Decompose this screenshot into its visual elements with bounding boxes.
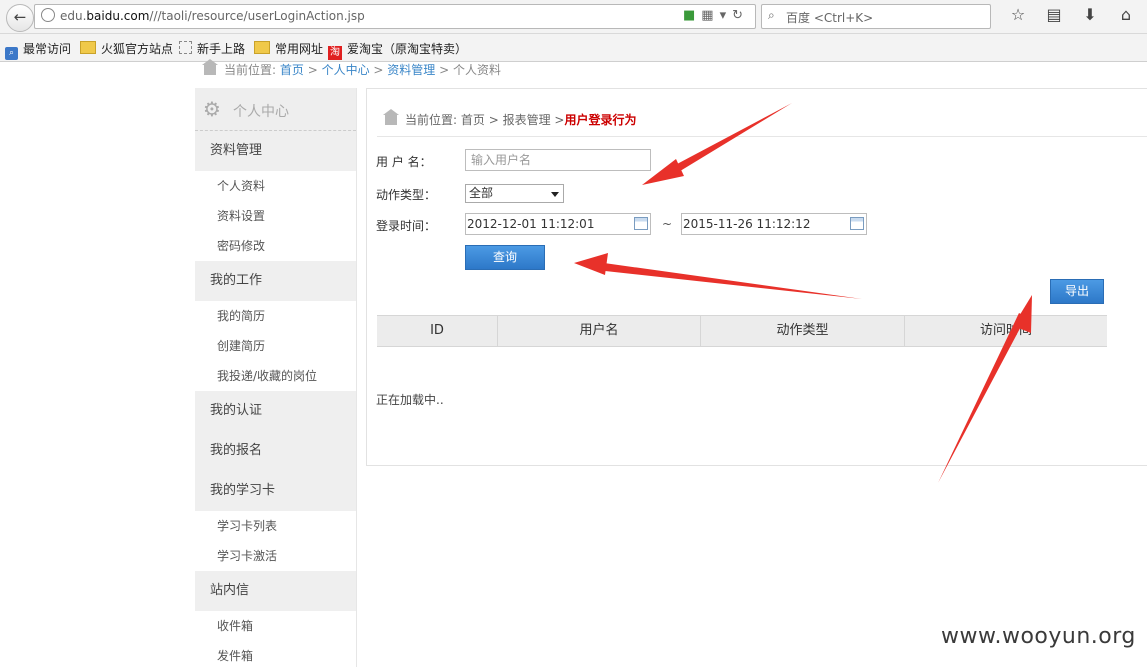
dropdown-icon[interactable]: ▾ xyxy=(720,8,733,23)
sidebar-item-personal-info[interactable]: 个人资料 xyxy=(195,171,356,201)
taobao-icon: 淘 xyxy=(328,46,342,60)
sidebar-section-study-card[interactable]: 我的学习卡 xyxy=(195,471,356,511)
column-header-action-type[interactable]: 动作类型 xyxy=(701,316,905,346)
gear-icon: ⚙ xyxy=(203,97,221,121)
sidebar-item-my-resume[interactable]: 我的简历 xyxy=(195,301,356,331)
loading-text: 正在加载中.. xyxy=(376,393,444,407)
end-time-input[interactable]: 2015-11-26 11:12:12 xyxy=(681,213,867,235)
sidebar-section-work[interactable]: 我的工作 xyxy=(195,261,356,301)
breadcrumb-profile-mgmt-link[interactable]: 资料管理 xyxy=(387,63,435,77)
action-type-select[interactable]: 全部 xyxy=(465,184,564,203)
table-header: ID 用户名 动作类型 访问时间 xyxy=(377,315,1107,347)
sidebar-item-applied-jobs[interactable]: 我投递/收藏的岗位 xyxy=(195,361,356,391)
column-header-username[interactable]: 用户名 xyxy=(498,316,701,346)
username-label: 用 户 名： xyxy=(376,155,432,169)
export-button[interactable]: 导出 xyxy=(1050,279,1104,304)
main-panel: 当前位置: 首页 > 报表管理 >用户登录行为 用 户 名： 输入用户名 动作类… xyxy=(366,88,1147,466)
home-icon xyxy=(383,109,399,125)
browser-nav-icons: ☆ ▤ ⬇ ⌂ xyxy=(1000,5,1144,24)
sidebar-item-inbox[interactable]: 收件箱 xyxy=(195,611,356,641)
login-time-label: 登录时间： xyxy=(376,219,437,233)
username-input[interactable]: 输入用户名 xyxy=(465,149,651,171)
reload-icon[interactable]: ↻ xyxy=(732,8,749,23)
folder-icon xyxy=(80,41,96,54)
query-button[interactable]: 查询 xyxy=(465,245,545,270)
magnifier-icon: ⌕ xyxy=(5,47,18,60)
sidebar-item-card-activate[interactable]: 学习卡激活 xyxy=(195,541,356,571)
sidebar-section-registration[interactable]: 我的报名 xyxy=(195,431,356,471)
sidebar-header: ⚙ 个人中心 xyxy=(195,88,356,131)
url-text[interactable]: edu.baidu.com///taoli/resource/userLogin… xyxy=(60,9,365,23)
sidebar-section-profile[interactable]: 资料管理 xyxy=(195,131,356,171)
end-time-value: 2015-11-26 11:12:12 xyxy=(683,217,811,231)
column-header-visit-time[interactable]: 访问时间 xyxy=(905,316,1107,346)
url-bar[interactable]: edu.baidu.com///taoli/resource/userLogin… xyxy=(34,4,756,29)
bookmark-firefox-site[interactable]: 火狐官方站点 xyxy=(80,40,173,57)
calendar-icon[interactable] xyxy=(850,217,864,230)
start-time-input[interactable]: 2012-12-01 11:12:01 xyxy=(465,213,651,235)
bookmark-getting-started[interactable]: 新手上路 xyxy=(179,40,245,57)
breadcrumb-home-link[interactable]: 首页 xyxy=(461,113,485,127)
sidebar-item-create-resume[interactable]: 创建简历 xyxy=(195,331,356,361)
bookmark-common-sites[interactable]: 常用网址 xyxy=(254,40,323,57)
breadcrumb-reports-link[interactable]: 报表管理 xyxy=(503,113,551,127)
calendar-icon[interactable] xyxy=(634,217,648,230)
action-type-value: 全部 xyxy=(469,186,494,200)
globe-icon xyxy=(41,8,55,22)
divider xyxy=(377,136,1147,137)
folder-icon xyxy=(254,41,270,54)
sidebar-title: 个人中心 xyxy=(233,104,289,120)
bookmark-aitaobao[interactable]: 淘爱淘宝（原淘宝特卖） xyxy=(328,40,467,60)
action-type-label: 动作类型： xyxy=(376,188,437,202)
shield-icon[interactable]: ■ xyxy=(683,8,701,23)
download-icon[interactable]: ⬇ xyxy=(1072,5,1108,24)
breadcrumb-prefix: 当前位置: xyxy=(405,113,458,127)
start-time-value: 2012-12-01 11:12:01 xyxy=(467,217,595,231)
back-arrow-icon: ← xyxy=(13,8,27,26)
clipboard-icon[interactable]: ▤ xyxy=(1036,5,1072,24)
qr-code-icon[interactable]: ▦ xyxy=(701,8,719,23)
home-icon[interactable]: ⌂ xyxy=(1108,5,1144,24)
page-icon xyxy=(179,41,192,54)
page-breadcrumb: 当前位置: 首页 > 报表管理 >用户登录行为 xyxy=(383,109,637,128)
column-header-id[interactable]: ID xyxy=(377,316,498,346)
search-icon: ⌕ xyxy=(768,8,775,22)
browser-toolbar: ← edu.baidu.com///taoli/resource/userLog… xyxy=(0,0,1147,34)
time-separator: ~ xyxy=(662,217,673,231)
breadcrumb-prefix: 当前位置: xyxy=(224,63,277,77)
sidebar-item-card-list[interactable]: 学习卡列表 xyxy=(195,511,356,541)
back-button[interactable]: ← xyxy=(6,4,34,32)
sidebar-section-messages[interactable]: 站内信 xyxy=(195,571,356,611)
bookmark-most-visited[interactable]: ⌕ 最常访问 xyxy=(5,40,71,60)
search-bar[interactable]: ⌕ 百度 <Ctrl+K> xyxy=(761,4,991,29)
breadcrumb-current: 用户登录行为 xyxy=(564,113,637,127)
breadcrumb-current: 个人资料 xyxy=(452,63,501,77)
breadcrumb-center-link[interactable]: 个人中心 xyxy=(322,63,370,77)
chevron-down-icon xyxy=(551,192,559,197)
bookmarks-bar: ⌕ 最常访问 火狐官方站点 新手上路 常用网址 淘爱淘宝（原淘宝特卖） xyxy=(0,34,1147,62)
username-placeholder: 输入用户名 xyxy=(471,153,532,167)
url-bar-icons: ■▦▾↻ xyxy=(683,8,749,23)
home-icon xyxy=(202,59,218,75)
sidebar-item-password[interactable]: 密码修改 xyxy=(195,231,356,261)
sidebar-section-certification[interactable]: 我的认证 xyxy=(195,391,356,431)
breadcrumb-home-link[interactable]: 首页 xyxy=(280,63,304,77)
sidebar-item-profile-settings[interactable]: 资料设置 xyxy=(195,201,356,231)
watermark: www.wooyun.org xyxy=(941,624,1136,649)
search-input[interactable]: 百度 <Ctrl+K> xyxy=(786,9,873,26)
star-icon[interactable]: ☆ xyxy=(1000,5,1036,24)
top-breadcrumb: 当前位置: 首页 > 个人中心 > 资料管理 > 个人资料 xyxy=(202,59,501,78)
sidebar: ⚙ 个人中心 资料管理 个人资料 资料设置 密码修改 我的工作 我的简历 创建简… xyxy=(195,88,357,671)
